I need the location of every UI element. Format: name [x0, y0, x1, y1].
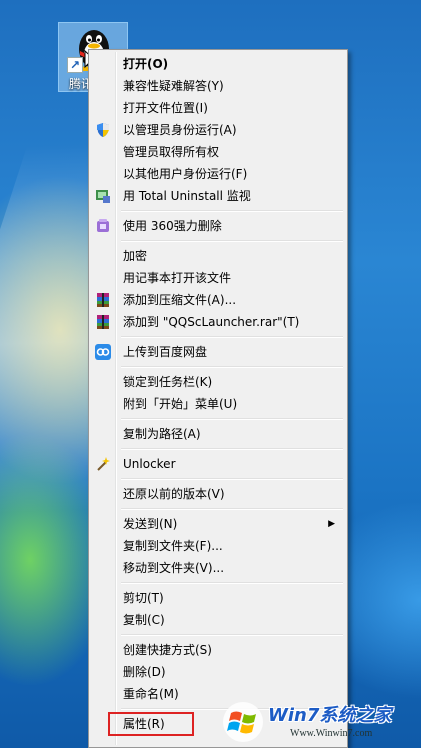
menu-item[interactable]: 发送到(N) ▶	[91, 513, 345, 535]
menu-item[interactable]: 以管理员身份运行(A)	[91, 119, 345, 141]
menu-item-label: 复制(C)	[123, 613, 165, 627]
menu-item-label: 锁定到任务栏(K)	[123, 375, 213, 389]
menu-item[interactable]: 锁定到任务栏(K)	[91, 371, 345, 393]
menu-item[interactable]: 还原以前的版本(V)	[91, 483, 345, 505]
menu-item-label: 打开文件位置(I)	[123, 101, 208, 115]
menu-item-label: 创建快捷方式(S)	[123, 643, 212, 657]
uac-shield-icon	[95, 122, 111, 138]
total-uninstall-icon	[95, 188, 111, 204]
properties-highlight-box	[108, 712, 194, 736]
menu-item[interactable]: 加密	[91, 245, 345, 267]
menu-item[interactable]: 创建快捷方式(S)	[91, 639, 345, 661]
menu-item-label: 发送到(N)	[123, 517, 178, 531]
menu-item[interactable]: 用记事本打开该文件	[91, 267, 345, 289]
menu-item-label: 管理员取得所有权	[123, 145, 220, 159]
menu-item-label: 上传到百度网盘	[123, 345, 208, 359]
menu-item[interactable]: 以其他用户身份运行(F)	[91, 163, 345, 185]
menu-item-label: 添加到压缩文件(A)...	[123, 293, 237, 307]
menu-item[interactable]: 打开文件位置(I)	[91, 97, 345, 119]
menu-separator	[91, 579, 345, 587]
menu-item[interactable]: 添加到 "QQScLauncher.rar"(T)	[91, 311, 345, 333]
menu-item-label: 复制为路径(A)	[123, 427, 201, 441]
menu-item-label: 剪切(T)	[123, 591, 164, 605]
menu-item-label: 用 Total Uninstall 监视	[123, 189, 251, 203]
menu-separator	[91, 237, 345, 245]
menu-item-label: 打开(O)	[123, 57, 169, 71]
360-delete-icon	[95, 218, 111, 234]
menu-item[interactable]: 管理员取得所有权	[91, 141, 345, 163]
shortcut-arrow-icon: ↗	[67, 57, 83, 73]
menu-item-label: 删除(D)	[123, 665, 166, 679]
unlocker-wand-icon	[95, 456, 111, 472]
menu-item-label: 用记事本打开该文件	[123, 271, 232, 285]
menu-item[interactable]: 复制到文件夹(F)...	[91, 535, 345, 557]
watermark: Win7系统之家 Www.Winwin7.com	[222, 695, 421, 748]
menu-separator	[91, 415, 345, 423]
menu-item[interactable]: 上传到百度网盘	[91, 341, 345, 363]
menu-item-label: 加密	[123, 249, 148, 263]
menu-item-label: Unlocker	[123, 457, 176, 471]
menu-item[interactable]: 复制为路径(A)	[91, 423, 345, 445]
menu-item[interactable]: 移动到文件夹(V)...	[91, 557, 345, 579]
winrar-icon	[95, 292, 111, 308]
watermark-title: Win7系统之家	[268, 705, 392, 726]
menu-item[interactable]: 兼容性疑难解答(Y)	[91, 75, 345, 97]
menu-item-label: 兼容性疑难解答(Y)	[123, 79, 224, 93]
context-menu: 打开(O) 兼容性疑难解答(Y) 打开文件位置(I) 以管理员身份运行(A) 管理员取得…	[88, 49, 348, 748]
menu-item[interactable]: 使用 360强力删除	[91, 215, 345, 237]
menu-item[interactable]: 剪切(T)	[91, 587, 345, 609]
watermark-url: Www.Winwin7.com	[290, 728, 373, 739]
menu-separator	[91, 363, 345, 371]
menu-item-label: 使用 360强力删除	[123, 219, 222, 233]
context-menu-items: 打开(O) 兼容性疑难解答(Y) 打开文件位置(I) 以管理员身份运行(A) 管理员取得…	[91, 53, 345, 735]
menu-item-label: 以管理员身份运行(A)	[123, 123, 237, 137]
submenu-arrow-icon: ▶	[328, 519, 335, 529]
menu-separator	[91, 631, 345, 639]
menu-item-label: 添加到 "QQScLauncher.rar"(T)	[123, 315, 300, 329]
menu-item-label: 以其他用户身份运行(F)	[123, 167, 248, 181]
menu-separator	[91, 333, 345, 341]
menu-item[interactable]: Unlocker	[91, 453, 345, 475]
menu-separator	[91, 207, 345, 215]
menu-item[interactable]: 添加到压缩文件(A)...	[91, 289, 345, 311]
winrar-icon	[95, 314, 111, 330]
menu-item-label: 移动到文件夹(V)...	[123, 561, 225, 575]
menu-item-label: 复制到文件夹(F)...	[123, 539, 223, 553]
baidu-netdisk-icon	[95, 344, 111, 360]
menu-separator	[91, 475, 345, 483]
menu-item-label: 重命名(M)	[123, 687, 179, 701]
menu-item[interactable]: 打开(O)	[91, 53, 345, 75]
menu-item[interactable]: 删除(D)	[91, 661, 345, 683]
windows-logo-icon	[223, 702, 263, 742]
menu-separator	[91, 445, 345, 453]
menu-item-label: 还原以前的版本(V)	[123, 487, 225, 501]
menu-item[interactable]: 用 Total Uninstall 监视	[91, 185, 345, 207]
menu-item[interactable]: 复制(C)	[91, 609, 345, 631]
menu-item[interactable]: 附到「开始」菜单(U)	[91, 393, 345, 415]
menu-separator	[91, 505, 345, 513]
menu-item-label: 附到「开始」菜单(U)	[123, 397, 238, 411]
